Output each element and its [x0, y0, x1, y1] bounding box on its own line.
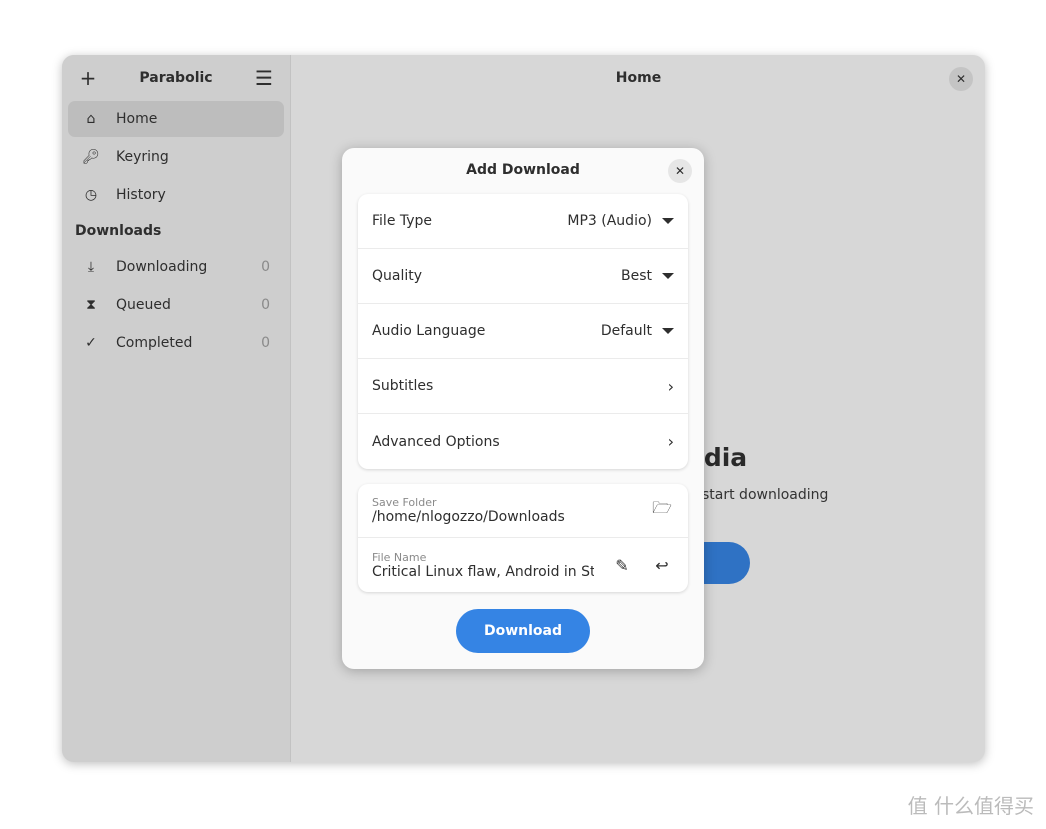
quality-dropdown[interactable]: Quality Best	[358, 249, 688, 304]
sidebar-item-label: History	[116, 187, 166, 203]
download-icon: ⤓	[87, 259, 95, 275]
sidebar-header: + Parabolic ☰	[62, 55, 290, 101]
status-subtitle: start downloading	[702, 487, 829, 503]
file-card: Save Folder/home/nlogozzo/Downloads 🗁 Fil…	[358, 484, 688, 592]
watermark-logo: 值 什么值得买	[907, 794, 1034, 818]
sidebar-item-label: Completed	[116, 335, 193, 351]
chevron-right-icon: ›	[667, 376, 674, 396]
sidebar-item-keyring[interactable]: 🔑︎ Keyring	[68, 139, 284, 175]
sidebar: + Parabolic ☰ ⌂ Home 🔑︎ Keyring ◷ History D…	[62, 55, 291, 762]
row-value: Best	[620, 268, 652, 284]
download-button[interactable]: Download	[456, 609, 590, 653]
field-caption: Save Folder	[372, 496, 437, 509]
pencil-icon[interactable]: ✎	[610, 556, 634, 575]
key-icon: 🔑︎	[82, 149, 100, 165]
audio-language-dropdown[interactable]: Audio Language Default	[358, 304, 688, 359]
hourglass-icon: ⧗	[86, 297, 96, 313]
advanced-options-row[interactable]: Advanced Options ›	[358, 414, 688, 469]
file-name-row: File Name Critical Linux flaw, Android in…	[358, 538, 688, 592]
close-window-button[interactable]: ✕	[949, 67, 973, 91]
sidebar-item-label: Downloading	[116, 259, 208, 275]
folder-open-icon[interactable]: 🗁	[650, 497, 674, 524]
close-dialog-button[interactable]: ✕	[668, 159, 692, 183]
count-badge: 0	[261, 335, 270, 351]
sidebar-item-label: Keyring	[116, 149, 169, 165]
add-icon[interactable]: +	[76, 66, 100, 90]
section-heading: Downloads	[75, 223, 162, 239]
sidebar-item-label: Queued	[116, 297, 171, 313]
file-type-dropdown[interactable]: File Type MP3 (Audio)	[358, 194, 688, 249]
row-label: Subtitles	[372, 378, 434, 394]
sidebar-item-completed[interactable]: ✓ Completed 0	[68, 325, 284, 361]
file-name-field[interactable]: Critical Linux flaw, Android in Steam	[372, 564, 594, 580]
options-card: File Type MP3 (Audio) Quality Best Audio L…	[358, 194, 688, 469]
clock-icon: ◷	[84, 187, 98, 203]
dropdown-arrow-icon	[662, 273, 674, 279]
sidebar-item-history[interactable]: ◷ History	[68, 177, 284, 213]
count-badge: 0	[261, 297, 270, 313]
subtitles-row[interactable]: Subtitles ›	[358, 359, 688, 414]
sidebar-item-downloading[interactable]: ⤓ Downloading 0	[68, 249, 284, 285]
row-label: Advanced Options	[372, 433, 500, 450]
check-circle-icon: ✓	[85, 335, 97, 351]
sidebar-item-label: Home	[116, 111, 158, 127]
row-value: MP3 (Audio)	[567, 213, 652, 229]
home-icon: ⌂	[86, 111, 96, 127]
row-label: File Type	[372, 213, 433, 229]
chevron-right-icon: ›	[667, 432, 674, 451]
menu-icon[interactable]: ☰	[252, 66, 276, 90]
dropdown-arrow-icon	[662, 218, 674, 224]
row-label: Audio Language	[372, 323, 486, 339]
sidebar-item-queued[interactable]: ⧗ Queued 0	[68, 287, 284, 323]
dialog-title: Add Download	[466, 162, 580, 178]
save-folder-field: /home/nlogozzo/Downloads	[372, 509, 565, 525]
field-caption: File Name	[372, 550, 427, 564]
add-download-dialog: Add Download ✕ File Type MP3 (Audio) Qual…	[342, 148, 704, 669]
row-value: Default	[600, 323, 652, 339]
save-folder-row: Save Folder/home/nlogozzo/Downloads 🗁	[358, 484, 688, 538]
page-title: Home	[615, 70, 662, 86]
undo-icon[interactable]: ↩	[650, 556, 674, 575]
count-badge: 0	[261, 259, 270, 275]
row-label: Quality	[372, 268, 423, 284]
sidebar-item-home[interactable]: ⌂ Home	[68, 101, 284, 137]
dropdown-arrow-icon	[662, 328, 674, 334]
